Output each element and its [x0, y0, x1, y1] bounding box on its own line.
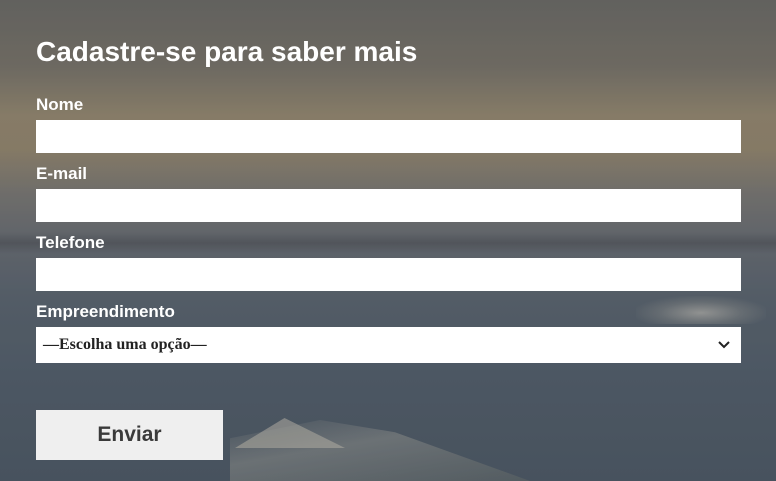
phone-label: Telefone	[36, 233, 105, 252]
background-overlay	[0, 0, 776, 481]
phone-input[interactable]	[36, 258, 741, 291]
development-select[interactable]: —Escolha uma opção—	[36, 327, 741, 363]
submit-button[interactable]: Enviar	[36, 410, 223, 460]
chevron-down-icon	[717, 338, 731, 352]
email-input[interactable]	[36, 189, 741, 222]
form-title: Cadastre-se para saber mais	[36, 36, 418, 67]
development-label: Empreendimento	[36, 302, 175, 321]
name-input[interactable]	[36, 120, 741, 153]
name-label: Nome	[36, 95, 84, 114]
development-select-value: —Escolha uma opção—	[43, 336, 207, 353]
email-label: E-mail	[36, 164, 88, 183]
